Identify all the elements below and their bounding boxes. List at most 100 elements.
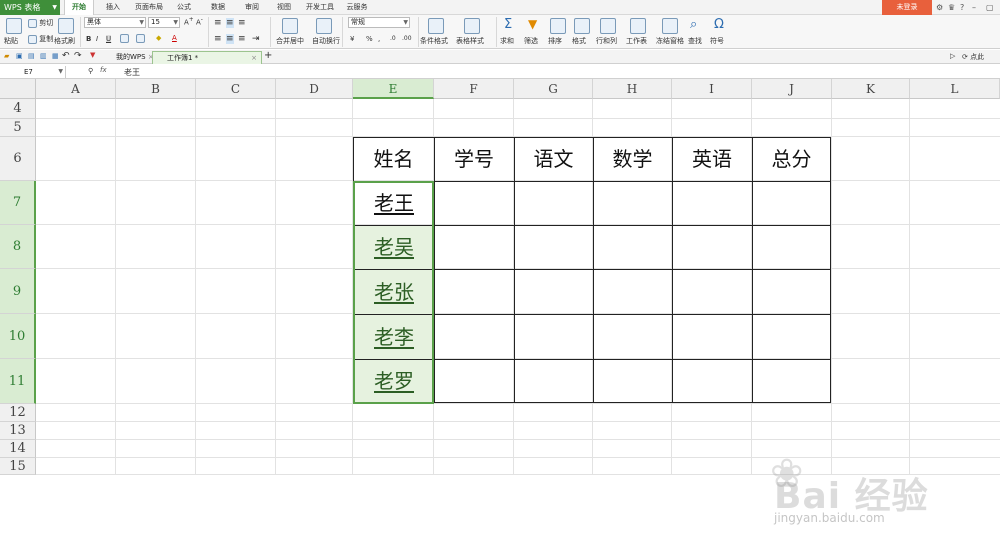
filter-button[interactable]: 筛选 bbox=[524, 36, 538, 46]
restore-icon[interactable]: ▢ bbox=[986, 0, 994, 15]
table-style-button[interactable]: 表格样式 bbox=[456, 36, 484, 46]
skin-icon[interactable]: ♛ bbox=[948, 0, 955, 15]
indent-button[interactable]: ⇥ bbox=[252, 34, 260, 44]
column-header-l[interactable]: L bbox=[910, 79, 1000, 99]
font-color-button[interactable]: A bbox=[172, 34, 177, 42]
copy-button[interactable]: 复制 bbox=[28, 34, 53, 44]
align-center-button[interactable]: ≡ bbox=[226, 34, 234, 44]
table-header-cell[interactable]: 学号 bbox=[434, 137, 514, 181]
format-painter-icon[interactable] bbox=[58, 18, 74, 34]
function-icon[interactable]: fx bbox=[100, 66, 107, 74]
wrap-text-icon[interactable] bbox=[316, 18, 332, 34]
number-format-select[interactable]: 常规 ▼ bbox=[348, 17, 410, 28]
minimize-icon[interactable]: – bbox=[972, 0, 976, 15]
row-header-14[interactable]: 14 bbox=[0, 440, 36, 458]
row-header-12[interactable]: 12 bbox=[0, 404, 36, 422]
column-header-e[interactable]: E bbox=[353, 79, 434, 99]
expand-ribbon-icon[interactable]: ▷ bbox=[950, 52, 955, 60]
column-header-b[interactable]: B bbox=[116, 79, 196, 99]
row-header-9[interactable]: 9 bbox=[0, 269, 36, 314]
freeze-panes-button[interactable]: 冻结窗格 bbox=[656, 36, 684, 46]
row-header-6[interactable]: 6 bbox=[0, 137, 36, 181]
help-icon[interactable]: ? bbox=[960, 0, 964, 15]
select-all-corner[interactable] bbox=[0, 79, 36, 99]
increase-decimal-button[interactable]: .0 bbox=[390, 35, 396, 42]
name-box[interactable]: E7 ▼ bbox=[0, 66, 66, 78]
tab-page-layout[interactable]: 页面布局 bbox=[130, 0, 168, 15]
symbol-button[interactable]: 符号 bbox=[710, 36, 724, 46]
column-header-a[interactable]: A bbox=[36, 79, 116, 99]
column-header-d[interactable]: D bbox=[276, 79, 353, 99]
formula-input[interactable]: 老王 bbox=[124, 67, 140, 78]
table-header-cell[interactable]: 姓名 bbox=[353, 137, 434, 181]
worksheet-button[interactable]: 工作表 bbox=[626, 36, 647, 46]
align-bottom-button[interactable]: ≡ bbox=[238, 18, 246, 28]
table-header-cell[interactable]: 语文 bbox=[514, 137, 593, 181]
italic-button[interactable]: I bbox=[96, 35, 98, 43]
sort-button[interactable]: 排序 bbox=[548, 36, 562, 46]
align-right-button[interactable]: ≡ bbox=[238, 34, 246, 44]
align-middle-button[interactable]: ≡ bbox=[226, 18, 234, 28]
align-left-button[interactable]: ≡ bbox=[214, 34, 222, 44]
fill-color-button[interactable]: ◆ bbox=[156, 34, 161, 42]
column-header-g[interactable]: G bbox=[514, 79, 593, 99]
new-tab-icon[interactable]: + bbox=[264, 50, 272, 61]
row-header-4[interactable]: 4 bbox=[0, 99, 36, 119]
row-header-10[interactable]: 10 bbox=[0, 314, 36, 359]
zoom-icon[interactable]: ⚲ bbox=[88, 67, 93, 75]
login-button[interactable]: 未登录 bbox=[882, 0, 932, 15]
sum-button[interactable]: 求和 bbox=[500, 36, 514, 46]
column-header-f[interactable]: F bbox=[434, 79, 514, 99]
table-header-cell[interactable]: 数学 bbox=[593, 137, 672, 181]
print-icon[interactable]: ▤ bbox=[28, 52, 35, 60]
column-header-c[interactable]: C bbox=[196, 79, 276, 99]
settings-icon[interactable]: ⚙ bbox=[936, 0, 943, 15]
format-button[interactable]: 格式 bbox=[572, 36, 586, 46]
undo-icon[interactable]: ↶ bbox=[62, 51, 70, 61]
merge-center-button[interactable]: 合并居中 bbox=[276, 36, 304, 46]
tab-developer[interactable]: 开发工具 bbox=[302, 0, 338, 15]
row-header-13[interactable]: 13 bbox=[0, 422, 36, 440]
grow-font-button[interactable]: A+ bbox=[184, 17, 194, 26]
tab-home[interactable]: 开始 bbox=[64, 0, 94, 16]
conditional-format-button[interactable]: 条件格式 bbox=[420, 36, 448, 46]
table-header-cell[interactable]: 英语 bbox=[672, 137, 752, 181]
percent-button[interactable]: % bbox=[366, 35, 373, 43]
underline-button[interactable]: U bbox=[106, 35, 112, 43]
open-icon[interactable]: ▰ bbox=[4, 52, 9, 60]
table-header-cell[interactable]: 总分 bbox=[752, 137, 831, 181]
row-header-11[interactable]: 11 bbox=[0, 359, 36, 404]
column-header-k[interactable]: K bbox=[832, 79, 910, 99]
merge-icon[interactable] bbox=[282, 18, 298, 34]
row-header-15[interactable]: 15 bbox=[0, 458, 36, 475]
comma-button[interactable]: , bbox=[378, 35, 380, 43]
redo-icon[interactable]: ↷ bbox=[74, 51, 82, 61]
wrap-text-button[interactable]: 自动换行 bbox=[312, 36, 340, 46]
tab-view[interactable]: 视图 bbox=[272, 0, 296, 15]
tab-insert[interactable]: 插入 bbox=[100, 0, 126, 15]
find-button[interactable]: 查找 bbox=[688, 36, 702, 46]
spreadsheet-grid[interactable]: ABCDEFGHIJKL 4 5 6 7 8 9 10 11 12 13 14 15 姓名 学号 语文 数学… bbox=[0, 79, 1000, 525]
save-icon[interactable]: ▣ bbox=[16, 52, 23, 60]
paste-button[interactable]: 粘贴 bbox=[4, 36, 18, 46]
align-top-button[interactable]: ≡ bbox=[214, 18, 222, 28]
format-painter-button[interactable]: 格式刷 bbox=[54, 36, 75, 46]
preview-icon[interactable]: ▥ bbox=[40, 52, 47, 60]
currency-button[interactable]: ¥ bbox=[350, 35, 354, 43]
export-icon[interactable]: ▦ bbox=[52, 52, 59, 60]
tab-workbook[interactable]: 工作簿1 * × bbox=[152, 51, 262, 64]
font-size-select[interactable]: 15 ▼ bbox=[148, 17, 180, 28]
tab-formulas[interactable]: 公式 bbox=[172, 0, 196, 15]
table-style-icon[interactable] bbox=[464, 18, 480, 34]
column-header-j[interactable]: J bbox=[752, 79, 832, 99]
paste-icon[interactable] bbox=[6, 18, 22, 34]
font-name-select[interactable]: 黑体 ▼ bbox=[84, 17, 146, 28]
tab-cloud[interactable]: 云服务 bbox=[342, 0, 372, 15]
decrease-decimal-button[interactable]: .00 bbox=[402, 35, 412, 42]
tab-data[interactable]: 数据 bbox=[206, 0, 230, 15]
bold-button[interactable]: B bbox=[86, 35, 91, 43]
close-icon[interactable]: × bbox=[251, 52, 257, 65]
cell-style-button[interactable] bbox=[136, 34, 145, 43]
column-header-i[interactable]: I bbox=[672, 79, 752, 99]
cut-button[interactable]: 剪切 bbox=[28, 18, 53, 28]
